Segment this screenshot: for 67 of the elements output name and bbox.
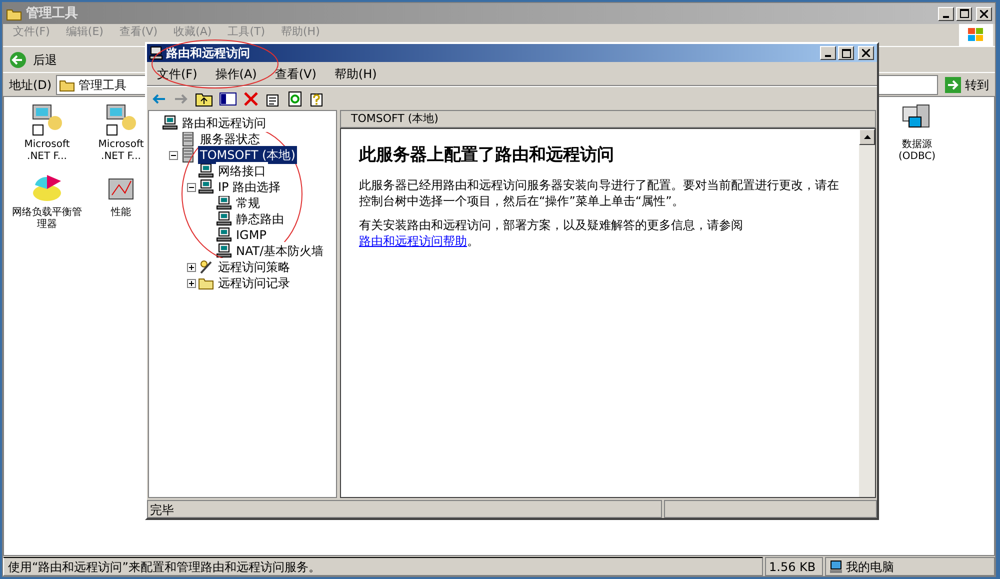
expander-icon[interactable] — [187, 262, 196, 272]
server-icon — [180, 131, 196, 147]
maximize-button[interactable] — [838, 46, 854, 60]
expander-icon[interactable] — [187, 278, 196, 288]
close-icon — [862, 49, 870, 57]
help-icon[interactable] — [309, 90, 325, 106]
computer-icon — [829, 560, 843, 574]
detail-paragraph: 有关安装路由和远程访问，部署方案，以及疑难解答的更多信息，请参阅 路由和远程访问帮助。 — [359, 216, 744, 248]
detail-heading: 此服务器上配置了路由和远程访问 — [359, 144, 615, 167]
tree-item[interactable]: NAT/基本防火墙 — [234, 242, 326, 260]
menu-item[interactable]: 操作(A) — [215, 64, 257, 82]
status-zone: 我的电脑 — [825, 557, 995, 576]
server-icon — [180, 147, 196, 163]
computer-icon — [216, 195, 232, 211]
computer-icon — [216, 227, 232, 243]
address-label: 地址(D) — [9, 76, 52, 94]
up-arrow-icon — [864, 135, 870, 139]
tree-item[interactable]: 路由和远程访问 — [180, 114, 268, 132]
maximize-icon — [842, 48, 850, 58]
scrollbar[interactable] — [859, 129, 875, 497]
expander-icon[interactable] — [187, 182, 196, 192]
folder-icon — [58, 78, 75, 92]
delete-icon[interactable] — [243, 90, 259, 106]
folder-icon — [6, 6, 22, 20]
close-button[interactable] — [858, 46, 874, 60]
windows-flag-icon — [967, 27, 985, 43]
tree-item[interactable]: 静态路由 — [234, 210, 286, 228]
desktop-icon-label[interactable]: Microsoft .NET F... — [12, 139, 82, 163]
pane-header: TOMSOFT (本地) — [340, 110, 876, 128]
status-size: 1.56 KB — [765, 557, 823, 576]
computer-icon — [198, 179, 214, 195]
computer-icon — [198, 163, 214, 179]
policy-icon — [198, 259, 214, 275]
detail-paragraph: 此服务器已经用路由和远程访问服务器安装向导进行了配置。要对当前配置进行更改，请在控制台树中选择一个项目，然后在“操作”菜单上单击“属性”。 — [359, 176, 840, 208]
window-title: 路由和远程访问 — [166, 45, 250, 62]
close-button[interactable] — [976, 6, 992, 20]
panel-toggle-icon[interactable] — [219, 90, 237, 106]
status-text: 完毕 — [147, 500, 662, 518]
computer-icon — [149, 46, 163, 60]
tree-item[interactable]: 远程访问记录 — [216, 274, 292, 292]
window-title: 管理工具 — [26, 4, 78, 23]
menu-item[interactable]: 文件(F) — [157, 64, 198, 82]
computer-icon — [162, 115, 178, 131]
minimize-icon — [943, 16, 949, 18]
refresh-icon[interactable] — [287, 90, 303, 106]
up-folder-icon[interactable] — [195, 90, 213, 106]
computer-icon — [216, 243, 232, 259]
desktop-icon-label[interactable]: 网络负载平衡管理器 — [12, 207, 82, 231]
tree-item[interactable]: TOMSOFT (本地) — [198, 146, 298, 164]
address-value: 管理工具 — [78, 76, 127, 94]
computer-icon — [216, 211, 232, 227]
desktop-icon-label[interactable]: 数据源 (ODBC) — [882, 139, 952, 163]
menu-item[interactable]: 查看(V) — [274, 64, 316, 82]
maximize-icon — [960, 9, 968, 18]
minimize-icon — [825, 55, 831, 57]
back-button-label[interactable]: 后退 — [33, 50, 57, 68]
expander-icon[interactable] — [169, 150, 178, 160]
close-icon — [980, 10, 988, 18]
tree-item[interactable]: IP 路由选择 — [216, 178, 283, 196]
minimize-button[interactable] — [820, 46, 836, 60]
help-link[interactable]: 路由和远程访问帮助 — [359, 234, 467, 248]
status-text: 使用“路由和远程访问”来配置和管理路由和远程访问服务。 — [3, 557, 763, 576]
minimize-button[interactable] — [938, 6, 954, 20]
desktop-icon-label[interactable]: 性能 — [111, 207, 131, 219]
menu-item[interactable]: 帮助(H) — [334, 64, 377, 82]
maximize-button[interactable] — [956, 6, 972, 20]
go-button[interactable]: 转到 — [942, 76, 991, 94]
